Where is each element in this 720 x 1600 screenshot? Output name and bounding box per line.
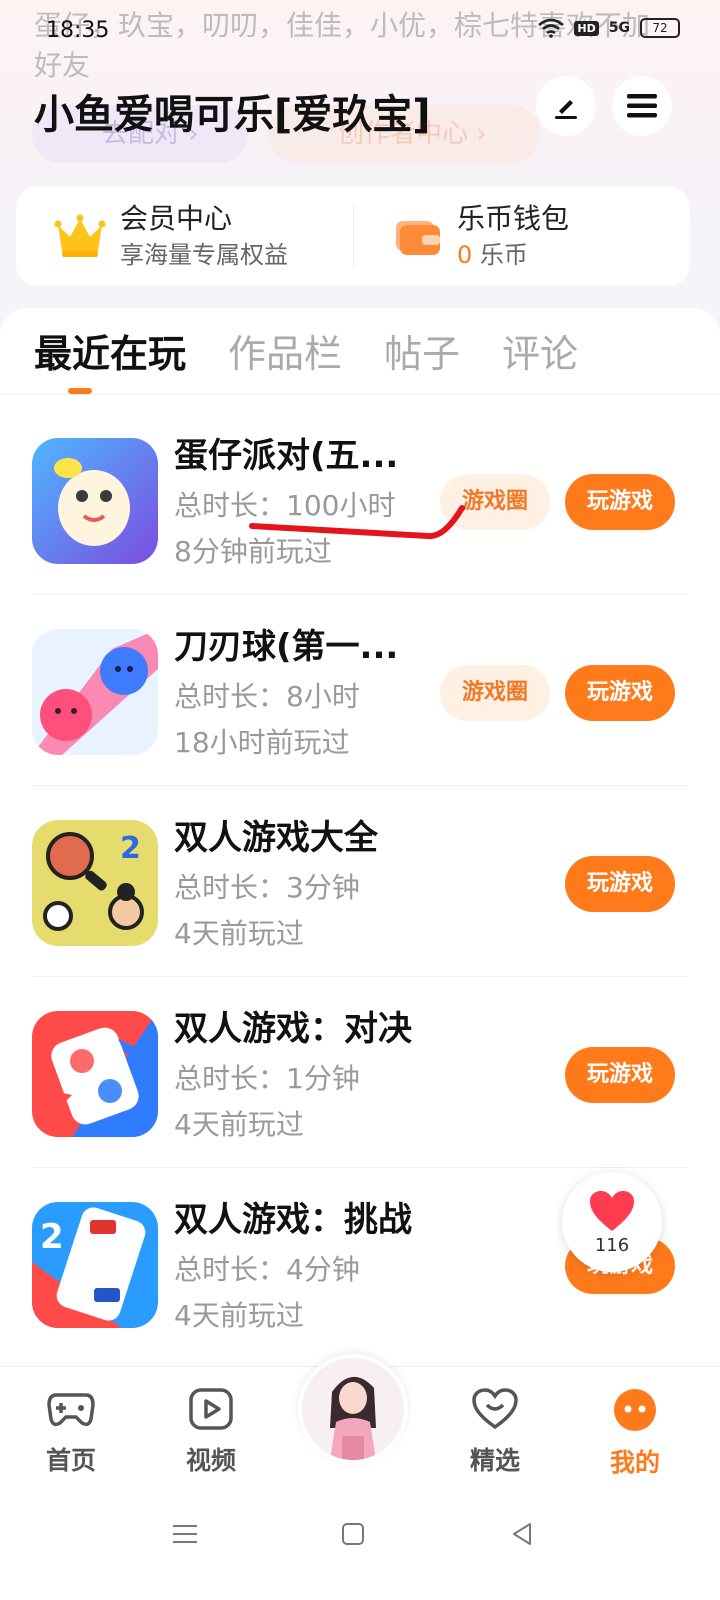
edit-profile-button[interactable] <box>536 76 596 136</box>
nav-video[interactable]: 视频 <box>166 1387 256 1477</box>
game-icon-two-player-challenge: 2 <box>32 1202 158 1328</box>
play-game-button[interactable]: 玩游戏 <box>565 856 675 912</box>
battery-icon: 72 <box>640 18 680 38</box>
status-time: 18:35 <box>46 18 110 43</box>
play-game-button[interactable]: 玩游戏 <box>565 665 675 721</box>
tab-comments[interactable]: 评论 <box>502 328 578 380</box>
game-name: 双人游戏：对决 <box>174 1009 412 1049</box>
home-square-icon[interactable] <box>341 1522 365 1546</box>
game-circle-button[interactable]: 游戏圈 <box>440 665 550 721</box>
vip-center-card[interactable]: 会员中心 享海量专属权益 <box>16 186 353 286</box>
play-game-button[interactable]: 玩游戏 <box>565 1047 675 1103</box>
game-last-played: 8分钟前玩过 <box>174 535 332 568</box>
game-row[interactable]: 2 双人游戏大全 总时长：3分钟 4天前玩过 玩游戏 <box>0 786 720 977</box>
game-last-played: 18小时前玩过 <box>174 726 350 759</box>
system-nav-bar <box>0 1490 720 1600</box>
status-icons: HD 5G 72 <box>538 18 680 38</box>
gamepad-icon <box>47 1393 95 1427</box>
hamburger-icon <box>627 94 657 118</box>
like-button[interactable]: 116 <box>562 1172 662 1272</box>
nav-home-label: 首页 <box>45 1446 96 1475</box>
avatar-image <box>302 1358 404 1460</box>
game-icon-blade-ball <box>32 629 158 755</box>
tab-works[interactable]: 作品栏 <box>228 328 342 380</box>
pencil-icon <box>555 100 577 119</box>
game-row[interactable]: 蛋仔派对(五... 总时长：100小时 8分钟前玩过 游戏圈 玩游戏 <box>0 404 720 595</box>
back-triangle-icon[interactable] <box>510 1522 534 1546</box>
profile-username: 小鱼爱喝可乐[爱玖宝] <box>34 92 431 138</box>
center-avatar[interactable] <box>298 1354 408 1464</box>
game-duration: 总时长：100小时 <box>174 489 396 522</box>
vip-subtitle: 享海量专属权益 <box>120 241 288 269</box>
nav-video-label: 视频 <box>185 1446 236 1475</box>
game-circle-button[interactable]: 游戏圈 <box>440 474 550 530</box>
nav-picks-label: 精选 <box>469 1446 520 1475</box>
wallet-title: 乐币钱包 <box>457 202 570 235</box>
wifi-icon <box>538 18 565 38</box>
tab-posts[interactable]: 帖子 <box>384 328 460 380</box>
svg-text:2: 2 <box>120 831 141 866</box>
nav-mine[interactable]: 我的 <box>590 1387 680 1479</box>
wallet-amount: 0 <box>457 241 473 269</box>
signal-icon: 5G <box>608 20 630 36</box>
profile-tabs: 最近在玩 作品栏 帖子 评论 <box>34 328 578 380</box>
tab-recently-played[interactable]: 最近在玩 <box>34 328 186 380</box>
recent-apps-icon[interactable] <box>172 1522 198 1546</box>
heart-box-icon <box>472 1388 518 1430</box>
nav-picks[interactable]: 精选 <box>450 1387 540 1477</box>
game-name: 刀刃球(第一... <box>174 627 399 667</box>
game-row[interactable]: 双人游戏：对决 总时长：1分钟 4天前玩过 玩游戏 <box>0 977 720 1168</box>
game-duration: 总时长：1分钟 <box>174 1062 360 1095</box>
nav-home[interactable]: 首页 <box>26 1387 116 1477</box>
game-last-played: 4天前玩过 <box>174 1299 304 1332</box>
game-last-played: 4天前玩过 <box>174 917 304 950</box>
svg-text:2: 2 <box>40 1217 64 1257</box>
game-name: 双人游戏大全 <box>174 818 378 858</box>
game-duration: 总时长：8小时 <box>174 680 360 713</box>
menu-button[interactable] <box>612 76 672 136</box>
wallet-card[interactable]: 乐币钱包 0 乐币 <box>353 186 690 286</box>
like-count: 116 <box>594 1234 630 1256</box>
game-icon-two-player-duel <box>32 1011 158 1137</box>
game-duration: 总时长：4分钟 <box>174 1253 360 1286</box>
video-play-icon <box>189 1388 233 1430</box>
game-name: 蛋仔派对(五... <box>174 436 399 476</box>
mine-face-icon <box>614 1389 656 1431</box>
game-name: 双人游戏：挑战 <box>174 1200 412 1240</box>
play-game-button[interactable]: 玩游戏 <box>565 474 675 530</box>
profile-cards: 会员中心 享海量专属权益 乐币钱包 0 乐币 <box>16 186 690 286</box>
wallet-unit: 乐币 <box>472 241 528 269</box>
game-last-played: 4天前玩过 <box>174 1108 304 1141</box>
crown-icon <box>52 208 108 264</box>
wallet-icon <box>389 208 445 264</box>
game-icon-two-player-collection: 2 <box>32 820 158 946</box>
game-duration: 总时长：3分钟 <box>174 871 360 904</box>
heart-icon <box>590 1190 634 1231</box>
nav-mine-label: 我的 <box>609 1448 660 1477</box>
wallet-balance: 0 乐币 <box>457 238 569 272</box>
game-row[interactable]: 刀刃球(第一... 总时长：8小时 18小时前玩过 游戏圈 玩游戏 <box>0 595 720 786</box>
status-bar: 18:35 HD 5G 72 <box>0 0 720 60</box>
vip-title: 会员中心 <box>120 202 233 235</box>
game-icon-eggy-party <box>32 438 158 564</box>
hd-badge: HD <box>574 20 599 36</box>
tabs-divider <box>0 394 720 395</box>
